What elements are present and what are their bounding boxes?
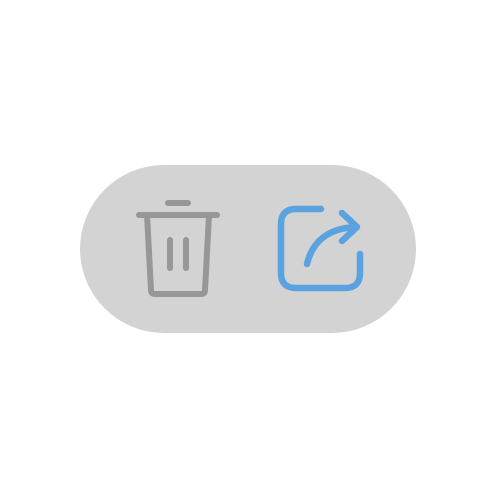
share-button[interactable] [272, 200, 372, 300]
delete-button[interactable] [130, 194, 226, 304]
share-arrow-icon [277, 205, 364, 292]
trash-icon [136, 200, 220, 297]
screen [0, 0, 500, 500]
